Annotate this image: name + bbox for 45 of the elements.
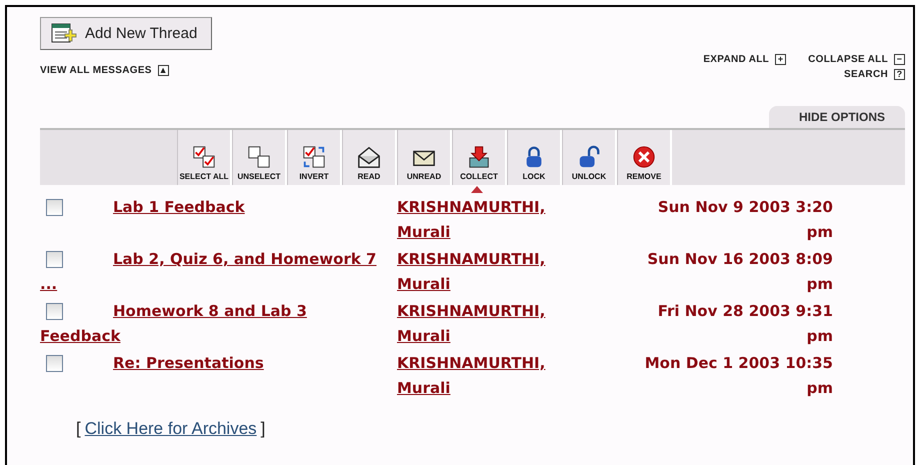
toolbar-button[interactable]: SELECT ALL [177,130,232,185]
thread-subject-link[interactable]: Lab 2, Quiz 6, and Homework 7 ... [40,247,377,297]
post-date: Sun Nov 9 2003 3:20 pm [656,197,833,243]
option-link[interactable]: COLLAPSE ALL − [808,54,905,65]
option-link[interactable]: SEARCH ? [844,69,905,80]
post-date: Fri Nov 28 2003 9:31 pm [656,301,833,347]
author-link[interactable]: KRISHNAMURTHI, Murali [397,247,577,297]
table-plus-icon [51,22,77,44]
hide-options-tab[interactable]: HIDE OPTIONS [768,106,905,128]
toolbar-button[interactable]: UNSELECT [232,130,287,185]
bracket: [ [76,419,81,439]
boxes-arrows-icon [302,145,326,169]
post-date: Sun Nov 16 2003 8:09 pm [646,249,833,295]
toolbar-button[interactable]: UNLOCK [562,130,617,185]
author-link[interactable]: KRISHNAMURTHI, Murali [397,299,577,349]
thread-subject-link[interactable]: Re: Presentations [40,351,377,376]
checkbox[interactable] [46,199,63,216]
toolbar-button[interactable]: REMOVE [617,130,672,185]
toolbar-button[interactable]: INVERT [287,130,342,185]
toolbar-button[interactable]: LOCK [507,130,562,185]
thread-subject-link[interactable]: Homework 8 and Lab 3 Feedback [40,299,377,349]
box-icon: ? [894,69,905,80]
toolbar-button[interactable]: UNREAD [397,130,452,185]
open-envelope-icon [357,145,381,169]
archives-link[interactable]: Click Here for Archives [84,419,257,439]
checked-boxes-icon [192,145,216,169]
author-link[interactable]: KRISHNAMURTHI, Murali [397,351,577,401]
open-padlock-icon [577,145,601,169]
x-circle-icon [632,145,656,169]
checkbox[interactable] [46,303,63,320]
checkbox[interactable] [46,251,63,268]
post-date: Mon Dec 1 2003 10:35 pm [644,353,833,399]
thread-subject-link[interactable]: Lab 1 Feedback [40,195,377,220]
option-link[interactable]: EXPAND ALL + [703,54,786,65]
add-thread-button[interactable]: Add New Thread [40,17,212,50]
toolbar-button[interactable]: READ [342,130,397,185]
view-all-messages-link[interactable]: VIEW ALL MESSAGES ▲ [40,60,169,80]
box-arrow-icon [467,145,491,169]
empty-boxes-icon [247,145,271,169]
bracket: ] [260,419,266,439]
box-icon: − [894,54,905,65]
box-icon: + [775,54,786,65]
author-link[interactable]: KRISHNAMURTHI, Murali [397,195,577,245]
toolbar-button[interactable]: COLLECT [452,130,507,185]
checkbox[interactable] [46,355,63,372]
